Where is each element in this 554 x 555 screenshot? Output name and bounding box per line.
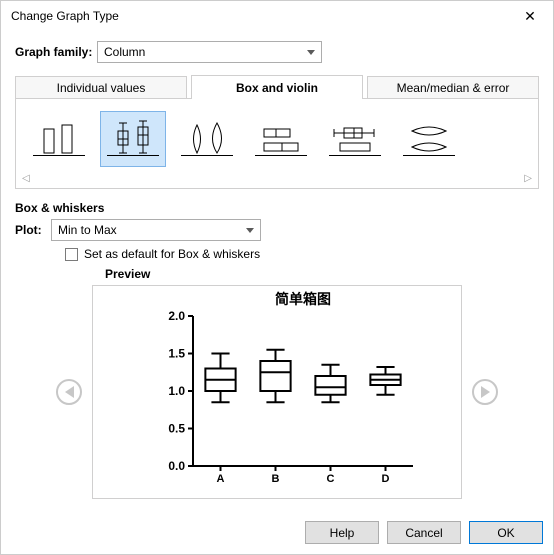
graph-type-area: ◁ ▷ <box>15 99 539 189</box>
chevron-down-icon <box>246 228 254 233</box>
tab-box-and-violin[interactable]: Box and violin <box>191 75 363 99</box>
type-bars-thin-icon[interactable] <box>26 111 92 167</box>
graph-family-value: Column <box>104 45 145 59</box>
plot-value: Min to Max <box>58 223 117 237</box>
graph-family-label: Graph family: <box>15 45 97 59</box>
preview-prev-button[interactable] <box>56 379 82 405</box>
type-violin-horizontal-icon[interactable] <box>396 111 462 167</box>
plot-row: Plot: Min to Max <box>15 219 539 241</box>
preview-chart: 简单箱图 0.0 0.5 1.0 1.5 2.0 A B C D <box>93 286 463 500</box>
cancel-button[interactable]: Cancel <box>387 521 461 544</box>
close-icon[interactable]: ✕ <box>515 8 545 25</box>
svg-text:0.0: 0.0 <box>168 459 185 473</box>
type-box-hwhisker-icon[interactable] <box>322 111 388 167</box>
dialog-content: Graph family: Column Individual values B… <box>1 31 553 513</box>
chevron-down-icon <box>307 50 315 55</box>
plot-label: Plot: <box>15 223 51 237</box>
dialog-change-graph-type: Change Graph Type ✕ Graph family: Column… <box>0 0 554 555</box>
tab-individual-values[interactable]: Individual values <box>15 76 187 98</box>
default-check-label: Set as default for Box & whiskers <box>84 247 260 261</box>
section-title: Box & whiskers <box>15 201 539 215</box>
preview-label: Preview <box>105 267 539 281</box>
svg-text:2.0: 2.0 <box>168 309 185 323</box>
svg-text:C: C <box>327 473 335 485</box>
type-scroll-right-icon[interactable]: ▷ <box>524 173 532 184</box>
svg-text:B: B <box>272 473 280 485</box>
tab-mean-median-error[interactable]: Mean/median & error <box>367 76 539 98</box>
svg-text:0.5: 0.5 <box>168 422 185 436</box>
preview-next-button[interactable] <box>472 379 498 405</box>
window-title: Change Graph Type <box>11 9 119 23</box>
titlebar: Change Graph Type ✕ <box>1 1 553 31</box>
graph-family-row: Graph family: Column <box>15 41 539 63</box>
svg-text:1.0: 1.0 <box>168 384 185 398</box>
ok-button[interactable]: OK <box>469 521 543 544</box>
default-check-row: Set as default for Box & whiskers <box>65 247 539 261</box>
svg-text:简单箱图: 简单箱图 <box>275 291 331 308</box>
preview-panel: 简单箱图 0.0 0.5 1.0 1.5 2.0 A B C D <box>92 285 462 499</box>
svg-text:1.5: 1.5 <box>168 347 185 361</box>
type-violin-icon[interactable] <box>174 111 240 167</box>
button-row: Help Cancel OK <box>1 513 553 554</box>
plot-select[interactable]: Min to Max <box>51 219 261 241</box>
default-checkbox[interactable] <box>65 248 78 261</box>
tab-strip: Individual values Box and violin Mean/me… <box>15 75 539 99</box>
graph-type-strip <box>16 99 538 173</box>
type-scroll-left-icon[interactable]: ◁ <box>22 173 30 184</box>
type-box-vertical-icon[interactable] <box>100 111 166 167</box>
svg-text:A: A <box>217 473 225 485</box>
type-scroll-row: ◁ ▷ <box>16 173 538 188</box>
help-button[interactable]: Help <box>305 521 379 544</box>
type-box-horizontal-icon[interactable] <box>248 111 314 167</box>
preview-zone: 简单箱图 0.0 0.5 1.0 1.5 2.0 A B C D <box>15 285 539 499</box>
svg-text:D: D <box>382 473 390 485</box>
graph-family-select[interactable]: Column <box>97 41 322 63</box>
